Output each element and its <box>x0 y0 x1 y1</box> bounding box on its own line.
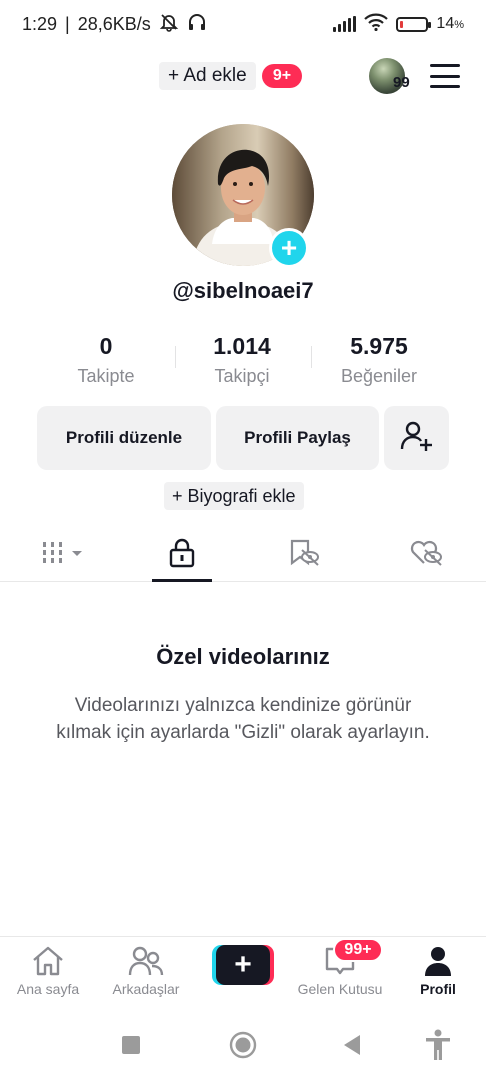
bell-muted-icon <box>159 12 179 37</box>
friends-icon <box>128 937 164 981</box>
empty-state-title: Özel videolarınız <box>156 644 330 669</box>
home-circle-icon[interactable] <box>229 1031 257 1064</box>
profile-tabs <box>0 528 486 582</box>
status-left: 1:29 | 28,6KB/s <box>22 12 207 37</box>
stat-following-value: 0 <box>99 333 113 359</box>
create-video-button[interactable]: + <box>212 945 274 985</box>
status-separator: | <box>65 13 70 34</box>
signal-icon <box>333 16 357 32</box>
stat-following[interactable]: 0 Takipte <box>36 330 176 387</box>
battery-icon <box>396 16 432 32</box>
stat-following-label: Takipte <box>77 366 135 386</box>
stat-likes[interactable]: 5.975 Beğeniler <box>309 330 449 387</box>
grid-icon <box>41 540 87 571</box>
battery-text: 14% <box>436 15 464 33</box>
heart-hidden-icon <box>409 538 443 573</box>
status-network-speed: 28,6KB/s <box>77 13 151 34</box>
add-user-icon <box>400 419 434 458</box>
battery-unit: % <box>454 19 464 31</box>
headphones-icon <box>187 12 207 37</box>
stat-followers-label: Takipçi <box>214 366 270 386</box>
active-tab-indicator <box>152 579 212 582</box>
profile-stats: 0 Takipte 1.014 Takipçi 5.975 Beğeniler <box>0 330 486 392</box>
nav-home[interactable]: Ana sayfa <box>10 937 86 1011</box>
empty-state-description: Videolarınızı yalnızca kendinize görünür… <box>56 695 430 743</box>
add-photo-plus-button[interactable]: + <box>269 228 309 268</box>
battery-fill <box>400 20 404 28</box>
nav-profile-label: Profil <box>420 981 456 997</box>
stat-followers-value: 1.014 <box>213 333 271 359</box>
recents-square-icon[interactable] <box>121 1035 141 1060</box>
lock-icon <box>168 538 196 573</box>
accessibility-icon[interactable] <box>424 1029 452 1066</box>
add-bio-button[interactable]: + Biyografi ekle <box>164 482 304 510</box>
status-bar: 1:29 | 28,6KB/s 14% <box>0 0 486 48</box>
tab-reposts[interactable] <box>254 528 354 582</box>
account-count-badge: 99 <box>393 74 410 91</box>
nav-inbox-label: Gelen Kutusu <box>297 981 383 997</box>
add-friend-button[interactable] <box>384 406 449 470</box>
stat-likes-value: 5.975 <box>350 333 408 359</box>
profile-actions: Profili düzenle Profili Paylaş <box>0 406 486 472</box>
wifi-icon <box>364 13 389 36</box>
top-bar: + Ad ekle 9+ 99 <box>0 56 486 96</box>
edit-profile-button[interactable]: Profili düzenle <box>37 406 211 470</box>
stat-likes-label: Beğeniler <box>340 366 418 386</box>
bottom-navigation: Ana sayfa Arkadaşlar + Gelen Kutusu Prof… <box>0 936 486 1010</box>
nav-home-label: Ana sayfa <box>16 981 80 997</box>
nav-friends[interactable]: Arkadaşlar <box>104 937 188 1011</box>
tab-videos[interactable] <box>14 528 114 582</box>
tab-private[interactable] <box>132 528 232 582</box>
status-right: 14% <box>333 13 464 36</box>
create-plus-icon: + <box>216 945 270 985</box>
add-name-button[interactable]: + Ad ekle <box>159 62 256 90</box>
back-triangle-icon[interactable] <box>342 1034 362 1061</box>
nav-friends-label: Arkadaşlar <box>112 981 180 997</box>
hamburger-menu-icon[interactable] <box>430 64 460 88</box>
inbox-badge: 99+ <box>333 938 383 962</box>
profile-username: @sibelnoaei7 <box>172 278 314 303</box>
stat-followers[interactable]: 1.014 Takipçi <box>172 330 312 387</box>
nav-profile[interactable]: Profil <box>408 937 468 1011</box>
system-navigation-bar <box>0 1018 486 1074</box>
share-profile-button[interactable]: Profili Paylaş <box>216 406 379 470</box>
bookmark-hidden-icon <box>288 538 320 573</box>
profile-person-icon <box>422 937 454 981</box>
tab-liked[interactable] <box>376 528 476 582</box>
notification-badge: 9+ <box>262 64 302 88</box>
status-time: 1:29 <box>22 13 58 34</box>
battery-percent: 14 <box>436 15 455 32</box>
home-icon <box>31 937 65 981</box>
